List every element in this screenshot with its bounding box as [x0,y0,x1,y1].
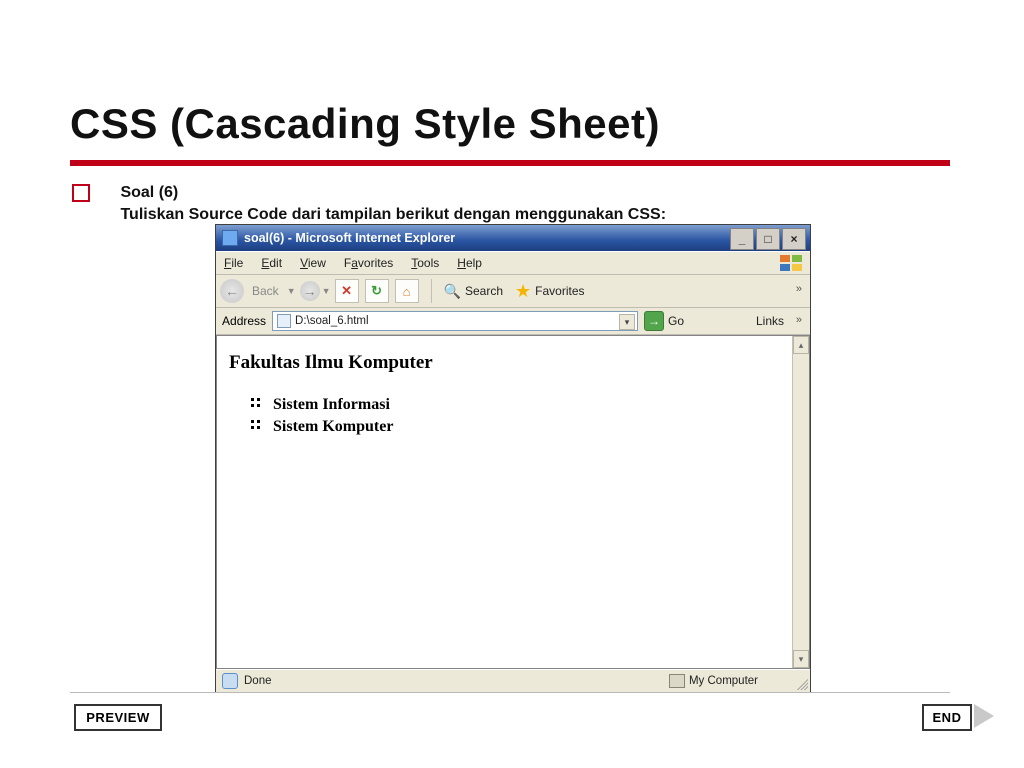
ie-status-icon [222,673,238,689]
go-button[interactable]: → Go [644,311,684,331]
resize-grip-icon[interactable] [794,676,808,690]
address-dropdown-icon[interactable]: ▾ [619,314,635,330]
ie-viewport: Fakultas Ilmu Komputer Sistem Informasi … [216,335,810,669]
refresh-button[interactable]: ↻ [365,279,389,303]
menu-file[interactable]: File [224,256,243,270]
bullet-body: Tuliskan Source Code dari tampilan berik… [120,206,666,223]
menu-tools[interactable]: Tools [411,256,439,270]
ie-titlebar[interactable]: soal(6) - Microsoft Internet Explorer _ … [216,225,810,251]
address-value: D:\soal_6.html [295,315,369,327]
title-rule [70,160,950,166]
forward-dropdown-icon[interactable]: ▼ [322,286,331,296]
maximize-button[interactable]: □ [756,228,780,250]
ie-menubar: File Edit View Favorites Tools Help [216,251,810,275]
bullet-icon [72,184,90,202]
page-icon [277,314,291,328]
ie-toolbar: ← Back ▼ → ▼ ✕ ↻ ⌂ 🔍 Search ★ Favorites … [216,275,810,308]
end-arrow-icon[interactable] [974,704,994,728]
star-icon: ★ [515,281,531,302]
ie-app-icon [222,230,238,246]
toolbar-separator [431,279,432,303]
address-input[interactable]: D:\soal_6.html ▾ [272,311,638,331]
menu-view[interactable]: View [300,256,326,270]
bullet-block: Soal (6) Tuliskan Source Code dari tampi… [72,182,666,225]
ie-window: soal(6) - Microsoft Internet Explorer _ … [215,224,811,693]
security-zone: My Computer [669,674,758,688]
list-item: Sistem Komputer [273,416,797,438]
computer-icon [669,674,685,688]
stop-button[interactable]: ✕ [335,279,359,303]
status-text: Done [244,675,272,687]
menu-favorites[interactable]: Favorites [344,256,393,270]
minimize-button[interactable]: _ [730,228,754,250]
footer-rule [70,692,950,693]
ie-title-text: soal(6) - Microsoft Internet Explorer [244,231,455,245]
vertical-scrollbar[interactable]: ▴ ▾ [792,336,809,668]
back-button[interactable]: ← [220,279,244,303]
back-dropdown-icon[interactable]: ▼ [287,286,296,296]
close-button[interactable]: × [782,228,806,250]
search-icon: 🔍 [444,283,461,300]
toolbar-overflow-icon[interactable]: » [796,283,802,295]
links-label[interactable]: Links [756,314,784,328]
windows-logo-icon [778,254,806,272]
bullet-heading: Soal (6) [120,184,178,201]
scroll-down-icon[interactable]: ▾ [793,650,809,668]
links-overflow-icon[interactable]: » [796,314,802,326]
home-button[interactable]: ⌂ [395,279,419,303]
preview-button[interactable]: PREVIEW [74,704,162,731]
bullet-dots-icon [251,398,263,410]
menu-help[interactable]: Help [457,256,482,270]
menu-edit[interactable]: Edit [261,256,282,270]
page-heading: Fakultas Ilmu Komputer [229,352,797,374]
slide-title: CSS (Cascading Style Sheet) [70,100,660,148]
list-item: Sistem Informasi [273,394,797,416]
address-label: Address [222,314,266,328]
go-icon: → [644,311,664,331]
forward-button[interactable]: → [300,281,320,301]
scroll-up-icon[interactable]: ▴ [793,336,809,354]
bullet-dots-icon [251,420,263,432]
search-button[interactable]: 🔍 Search [438,281,509,302]
end-button[interactable]: END [922,704,972,731]
back-label[interactable]: Back [246,282,285,300]
ie-statusbar: Done My Computer [216,669,810,692]
ie-addressbar: Address D:\soal_6.html ▾ → Go Links » [216,308,810,335]
favorites-button[interactable]: ★ Favorites [509,279,591,304]
